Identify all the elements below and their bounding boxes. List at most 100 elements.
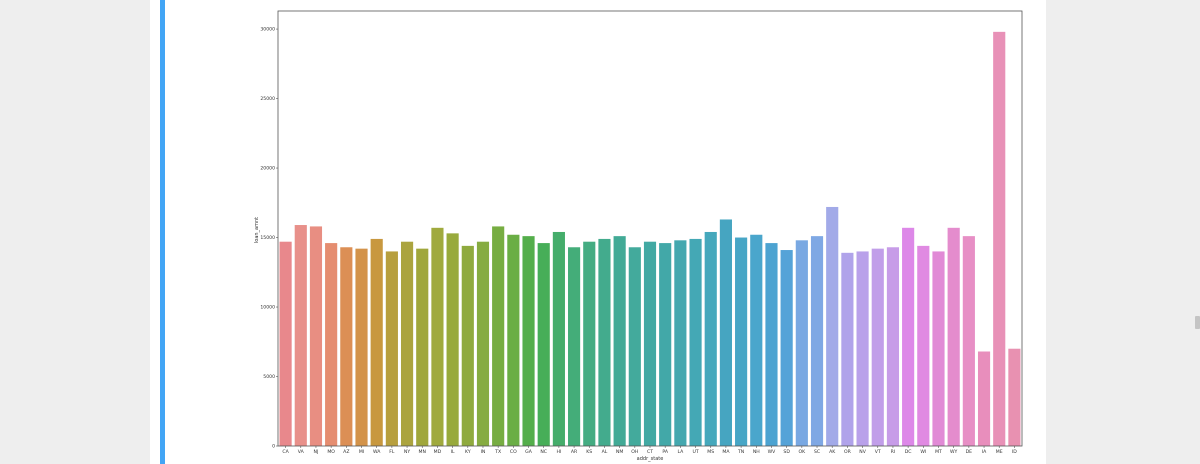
y-tick-label: 15000 — [260, 235, 275, 241]
bar-ri — [886, 247, 900, 446]
x-tick-label: IL — [451, 449, 455, 455]
bar-la — [674, 240, 687, 446]
bar-hi — [552, 231, 565, 446]
x-tick-label: DE — [966, 449, 973, 455]
x-tick-label: AK — [829, 449, 836, 455]
x-tick-label: IA — [982, 449, 987, 455]
bar-al — [598, 238, 611, 446]
y-axis: 0 5000 10000 15000 20000 25000 30000 — [260, 27, 278, 450]
bar-ma — [719, 219, 732, 446]
bar-ks — [583, 241, 596, 446]
x-tick-label: OH — [631, 449, 638, 455]
x-tick-label: MA — [722, 449, 730, 455]
bar-mo — [325, 243, 338, 446]
x-tick-label: AR — [571, 449, 578, 455]
x-tick-label: SC — [814, 449, 820, 455]
bar-tn — [735, 237, 748, 446]
bar-nh — [750, 234, 763, 446]
x-tick-label: HI — [556, 449, 561, 455]
x-tick-label: DC — [905, 449, 912, 455]
x-tick-label: WA — [373, 449, 381, 455]
x-tick-label: FL — [389, 449, 395, 455]
bar-sd — [780, 250, 793, 446]
bar-wv — [765, 243, 778, 446]
x-tick-label: VA — [298, 449, 305, 455]
y-tick-label: 0 — [272, 444, 275, 450]
bar-chart: 0 5000 10000 15000 20000 25000 30000 CA VA NJ MO A… — [254, 10, 1023, 462]
x-tick-label: CT — [647, 449, 653, 455]
x-tick-label: IN — [481, 449, 486, 455]
x-tick-label: RI — [891, 449, 896, 455]
bar-pa — [659, 243, 672, 446]
x-tick-label: NM — [616, 449, 623, 455]
bar-ct — [643, 241, 657, 446]
bar-az — [340, 247, 353, 446]
x-tick-label: NY — [404, 449, 410, 455]
x-tick-label: MO — [327, 449, 335, 455]
y-tick-label: 5000 — [263, 374, 275, 380]
bar-ga — [522, 236, 535, 446]
x-tick-label: PA — [662, 449, 668, 455]
bar-de — [962, 236, 975, 446]
bar-co — [507, 234, 520, 446]
bar-fl — [385, 251, 398, 446]
y-tick-label: 25000 — [260, 96, 275, 102]
x-tick-label: WV — [768, 449, 777, 455]
y-tick-label: 20000 — [260, 166, 275, 172]
bar-ak — [826, 206, 839, 446]
bar-ca — [279, 241, 292, 446]
bar-va — [294, 225, 307, 446]
x-tick-label: SD — [783, 449, 790, 455]
x-tick-label: OR — [844, 449, 852, 455]
y-tick-label: 30000 — [260, 27, 275, 33]
x-tick-label: KY — [465, 449, 471, 455]
x-tick-label: MD — [434, 449, 442, 455]
bar-mi — [355, 248, 368, 446]
bar-vt — [871, 248, 884, 446]
x-tick-label: NH — [753, 449, 760, 455]
x-tick-label: WI — [920, 449, 926, 455]
x-tick-label: NJ — [314, 449, 319, 455]
x-tick-label: ID — [1012, 449, 1017, 455]
x-tick-label: UT — [692, 449, 698, 455]
bar-ky — [461, 245, 474, 446]
x-tick-label: GA — [525, 449, 533, 455]
bar-ar — [568, 247, 581, 446]
bar-ut — [689, 238, 702, 446]
x-axis-label: addr_state — [637, 456, 664, 462]
x-tick-label: NV — [859, 449, 866, 455]
bar-ia — [977, 351, 991, 446]
bars-group — [279, 31, 1021, 446]
x-tick-label: WY — [950, 449, 958, 455]
bar-il — [446, 233, 459, 446]
bar-wy — [947, 227, 960, 446]
bar-oh — [628, 247, 641, 446]
notebook-page: 0 5000 10000 15000 20000 25000 30000 CA VA NJ MO A… — [0, 0, 1200, 464]
bar-wi — [917, 245, 930, 446]
x-tick-label: CO — [510, 449, 517, 455]
x-tick-label: KS — [586, 449, 592, 455]
bar-nm — [613, 236, 626, 446]
bar-or — [841, 252, 854, 446]
bar-tx — [492, 226, 505, 446]
bar-id — [1008, 348, 1021, 446]
bar-ok — [795, 240, 808, 446]
x-tick-label: OK — [799, 449, 807, 455]
x-tick-label: AL — [602, 449, 608, 455]
bar-me — [993, 31, 1006, 446]
bar-sc — [810, 236, 824, 446]
x-axis: CA VA NJ MO AZ MI WA FL NY MN MD IL KY IN TX CO GA NC HI AR… — [282, 446, 1017, 455]
bar-mn — [416, 248, 429, 446]
x-tick-label: CA — [282, 449, 289, 455]
bar-md — [431, 227, 444, 446]
x-tick-label: VT — [875, 449, 881, 455]
bar-nj — [309, 226, 323, 446]
x-tick-label: AZ — [343, 449, 349, 455]
x-tick-label: MI — [359, 449, 364, 455]
bar-nv — [856, 251, 869, 446]
x-tick-label: MT — [935, 449, 942, 455]
scrollbar-thumb[interactable] — [1195, 316, 1200, 329]
x-tick-label: ME — [996, 449, 1003, 455]
bar-dc — [902, 227, 915, 446]
bar-nc — [537, 243, 550, 446]
